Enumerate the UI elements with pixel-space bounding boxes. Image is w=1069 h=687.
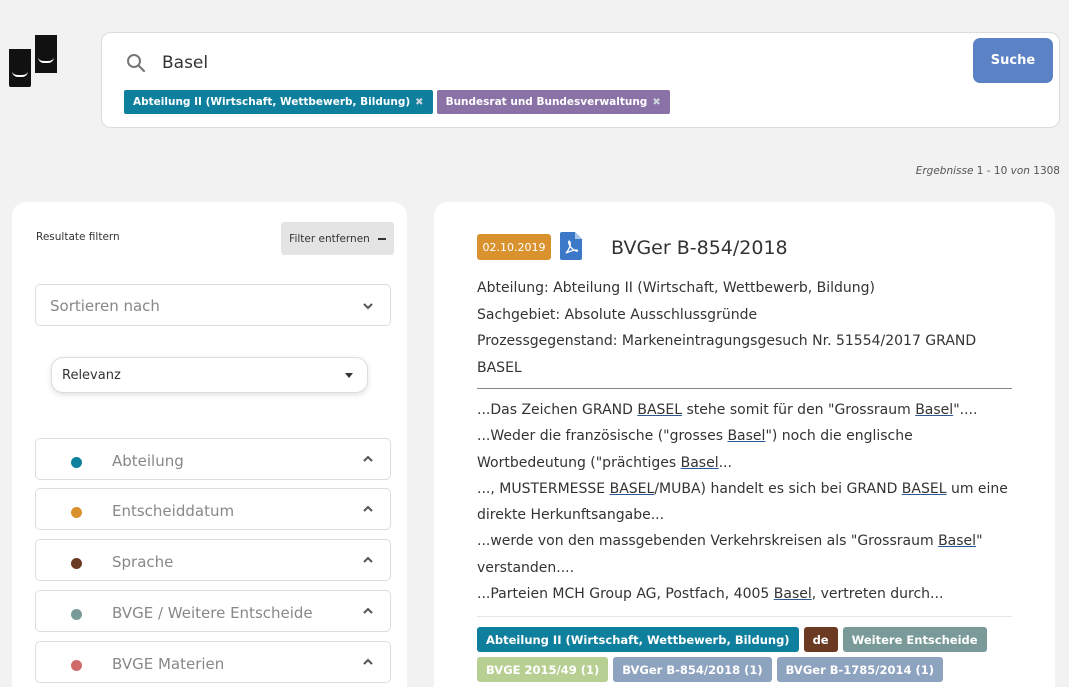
facet-label: Entscheiddatum: [112, 502, 235, 520]
highlight: BASEL: [637, 402, 683, 418]
chevron-up-icon: [363, 556, 373, 563]
divider: [477, 388, 1012, 389]
highlight: BASEL: [901, 480, 947, 497]
search-icon: [127, 54, 146, 73]
result-card: 02.10.2019 BVGer B-854/2018 Abteilung: A…: [434, 202, 1055, 687]
chevron-up-icon: [363, 607, 373, 614]
highlight: Basel: [680, 454, 719, 471]
facet-abteilung[interactable]: Abteilung: [35, 438, 391, 480]
meta-line: Prozessgegenstand: Markeneintragungsgesu…: [477, 333, 977, 376]
filter-chip[interactable]: Abteilung II (Wirtschaft, Wettbewerb, Bi…: [124, 90, 433, 114]
highlight: Basel: [727, 428, 766, 445]
remove-filters-button[interactable]: Filter entfernen: [281, 222, 394, 255]
chevron-up-icon: [363, 658, 373, 665]
facet-color-dot: [71, 457, 82, 468]
sort-select[interactable]: Relevanz: [51, 357, 368, 393]
filter-chip[interactable]: Bundesrat und Bundesverwaltung ✖: [436, 90, 670, 114]
facet-label: BVGE / Weitere Entscheide: [112, 604, 313, 622]
facet-label: Sprache: [112, 553, 174, 571]
facet-color-dot: [71, 609, 82, 620]
result-meta: Abteilung: Abteilung II (Wirtschaft, Wet…: [477, 275, 1017, 381]
minus-icon: [377, 237, 386, 240]
facet-bvge-weitere-entscheide[interactable]: BVGE / Weitere Entscheide: [35, 590, 391, 632]
result-tag[interactable]: Weitere Entscheide: [842, 627, 987, 652]
search-button[interactable]: Suche: [973, 38, 1053, 83]
result-tag[interactable]: Abteilung II (Wirtschaft, Wettbewerb, Bi…: [477, 627, 799, 652]
case-title[interactable]: BVGer B-854/2018: [611, 237, 788, 259]
result-tag[interactable]: BVGE 2015/49 (1): [477, 657, 609, 682]
result-tag[interactable]: BVGer B-1785/2014 (1): [776, 657, 944, 682]
facet-bvge-materien[interactable]: BVGE Materien: [35, 641, 391, 683]
close-icon[interactable]: ✖: [415, 97, 423, 108]
result-snippets: ...Das Zeichen GRAND BASEL stehe somit f…: [477, 397, 1017, 607]
logo[interactable]: [9, 35, 59, 89]
meta-line: Abteilung: Abteilung II (Wirtschaft, Wet…: [477, 280, 876, 296]
facet-sprache[interactable]: Sprache: [35, 539, 391, 581]
caret-down-icon: [345, 373, 353, 378]
meta-line: Sachgebiet: Absolute Ausschlussgründe: [477, 306, 758, 323]
divider: [477, 616, 1012, 617]
facet-label: BVGE Materien: [112, 655, 225, 673]
pdf-icon[interactable]: [560, 232, 582, 260]
snippet: ...Das Zeichen GRAND BASEL stehe somit f…: [477, 402, 978, 418]
snippet: ...Parteien MCH Group AG, Postfach, 4005…: [477, 586, 944, 603]
result-tag[interactable]: BVGer B-854/2018 (1): [613, 657, 772, 682]
facet-color-dot: [71, 558, 82, 569]
snippet: ..., MUSTERMESSE BASEL/MUBA) handelt es …: [477, 480, 1008, 524]
active-filters: Abteilung II (Wirtschaft, Wettbewerb, Bi…: [124, 90, 670, 114]
highlight: BASEL: [609, 480, 655, 497]
highlight: Basel: [915, 402, 954, 418]
filter-sidebar: Resultate filtern Filter entfernen Sorti…: [12, 202, 407, 687]
chevron-up-icon: [363, 505, 373, 512]
close-icon[interactable]: ✖: [652, 97, 660, 108]
facet-entscheiddatum[interactable]: Entscheiddatum: [35, 488, 391, 530]
chevron-down-icon: [363, 303, 373, 310]
result-tag[interactable]: de: [803, 627, 838, 652]
facet-color-dot: [71, 507, 82, 518]
date-badge: 02.10.2019: [477, 234, 551, 260]
chevron-up-icon: [363, 455, 373, 462]
result-tags: Abteilung II (Wirtschaft, Wettbewerb, Bi…: [477, 627, 1017, 687]
snippet: ...werde von den massgebenden Verkehrskr…: [477, 533, 983, 576]
facet-color-dot: [71, 660, 82, 671]
highlight: Basel: [773, 586, 812, 603]
snippet: ...Weder die französische ("grosses Base…: [477, 428, 913, 471]
facet-label: Abteilung: [112, 452, 184, 470]
search-input[interactable]: [162, 47, 962, 79]
sidebar-title: Resultate filtern: [36, 231, 120, 243]
results-count: Ergebnisse 1 - 10 von 1308: [915, 165, 1060, 177]
highlight: Basel: [938, 533, 977, 550]
search-panel: Suche Abteilung II (Wirtschaft, Wettbewe…: [101, 32, 1060, 128]
sort-toggle[interactable]: Sortieren nach: [35, 284, 391, 326]
